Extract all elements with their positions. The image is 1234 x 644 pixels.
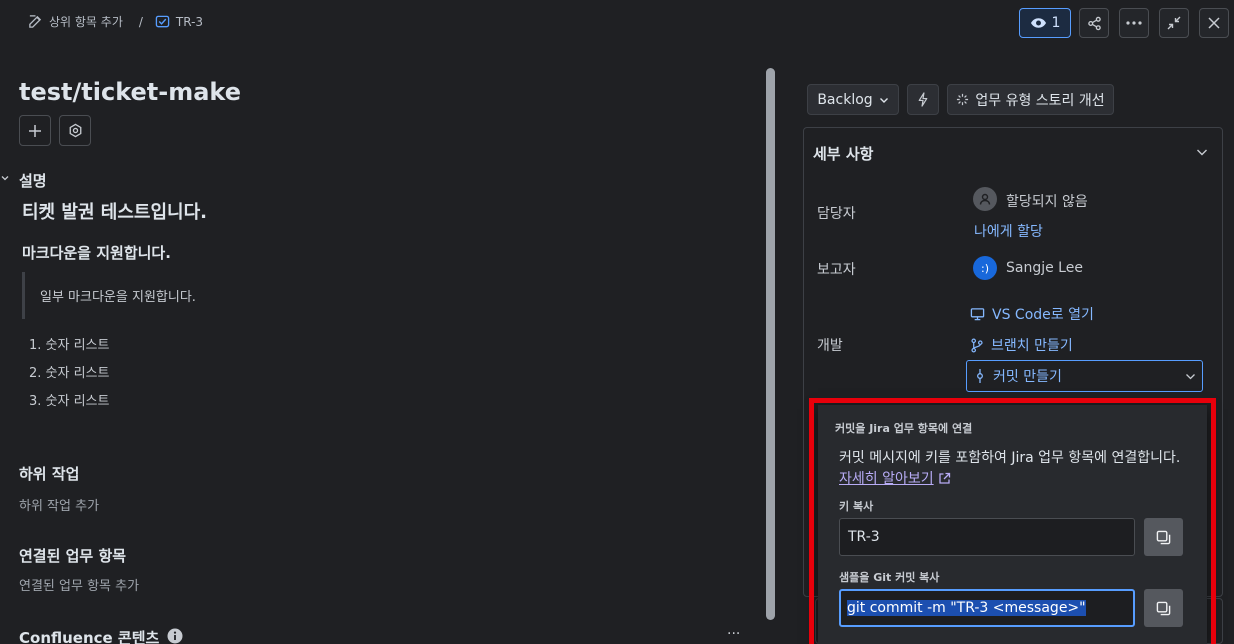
ticket-key-link[interactable]: TR-3 [176,15,203,29]
close-button[interactable] [1199,8,1229,38]
copy-key-button[interactable] [1144,518,1183,556]
create-branch-link[interactable]: 브랜치 만들기 [970,335,1073,355]
create-commit-label: 커밋 만들기 [993,369,1062,385]
highlight-frame-right [1211,398,1216,644]
linked-items-label: 연결된 업무 항목 [19,547,127,565]
avatar: :) [973,256,997,280]
assignee-value[interactable]: 할당되지 않음 [1006,191,1088,211]
sample-commit-value: git commit -m "TR-3 <message>" [847,600,1086,616]
chevron-down-icon [879,95,889,105]
key-input[interactable]: TR-3 [839,518,1135,556]
chevron-down-icon [1196,147,1208,157]
add-content-button[interactable] [19,115,51,146]
open-vscode-link[interactable]: VS Code로 열기 [970,304,1094,324]
monitor-icon [970,307,985,321]
collapse-details-toggle[interactable] [1196,147,1208,157]
improve-label: 업무 유형 스토리 개선 [975,92,1105,109]
description-quote: 일부 마크다운을 지원합니다. [22,272,196,319]
description-heading1: 티켓 발권 테스트입니다. [22,202,207,223]
breadcrumb-separator: / [138,14,143,29]
assign-to-me-link[interactable]: 나에게 할당 [974,221,1043,241]
more-icon [1126,21,1142,25]
learn-more-label: 자세히 알아보기 [839,471,934,487]
user-icon [978,192,992,206]
add-parent-link[interactable]: 상위 항목 추가 [49,13,123,30]
settings-icon [68,123,83,138]
highlight-frame-left [809,398,814,644]
list-item: 2. 숫자 리스트 [29,366,110,381]
sample-commit-input[interactable]: git commit -m "TR-3 <message>" [839,589,1135,627]
eye-icon [1030,17,1047,29]
collapse-description-toggle[interactable] [0,173,10,183]
subtasks-label: 하위 작업 [19,465,80,483]
list-item: 3. 숫자 리스트 [29,394,110,409]
add-linked-item-link[interactable]: 연결된 업무 항목 추가 [19,575,139,594]
scrollbar[interactable] [766,68,775,620]
popup-title: 커밋을 Jira 업무 항목에 연결 [835,422,973,435]
collapse-button[interactable] [1159,8,1189,38]
copy-sample-label: 샘플을 Git 커밋 복사 [839,571,940,584]
list-item: 1. 숫자 리스트 [29,338,110,353]
chevron-down-icon [1185,372,1196,381]
edit-icon [28,14,43,29]
breadcrumb: 상위 항목 추가 / TR-3 [28,13,203,30]
automation-button[interactable] [907,84,939,115]
commit-icon [975,368,985,384]
description-heading2: 마크다운을 지원합니다. [22,244,171,262]
share-button[interactable] [1079,8,1109,38]
add-subtask-link[interactable]: 하위 작업 추가 [19,495,99,514]
create-branch-label: 브랜치 만들기 [991,338,1073,354]
minimize-icon [1167,16,1181,30]
unassigned-avatar [973,187,997,211]
reporter-value[interactable]: Sangje Lee [1006,260,1083,276]
apps-button[interactable] [59,115,91,146]
issue-title[interactable]: test/ticket-make [19,78,241,106]
learn-more-link[interactable]: 자세히 알아보기 [839,468,951,488]
watch-count: 1 [1051,15,1061,31]
copy-key-label: 키 복사 [839,500,874,513]
task-icon [155,14,170,29]
copy-icon [1156,530,1171,545]
external-link-icon [938,472,951,485]
quote-text: 일부 마크다운을 지원합니다. [40,290,196,305]
development-label: 개발 [817,338,843,354]
copy-sample-button[interactable] [1144,589,1183,627]
key-value: TR-3 [848,529,880,545]
description-label: 설명 [19,172,47,190]
improve-issue-type-button[interactable]: 업무 유형 스토리 개선 [947,84,1114,115]
more-actions-button[interactable] [1119,8,1149,38]
lightning-icon [917,92,929,107]
details-title: 세부 사항 [813,145,874,163]
info-icon[interactable] [167,628,183,644]
popup-description: 커밋 메시지에 키를 포함하여 Jira 업무 항목에 연결합니다. [839,450,1181,466]
create-commit-dropdown[interactable]: 커밋 만들기 [966,360,1203,392]
sparkle-icon [956,93,969,106]
close-icon [1208,17,1220,29]
chevron-down-icon [0,173,10,183]
status-dropdown[interactable]: Backlog [807,84,899,115]
confluence-label: Confluence 콘텐츠 [19,629,160,644]
branch-icon [970,338,984,353]
open-vscode-label: VS Code로 열기 [992,307,1094,323]
assignee-label: 담당자 [817,206,856,222]
copy-icon [1156,601,1171,616]
status-label: Backlog [817,91,873,108]
share-icon [1087,16,1102,31]
watch-button[interactable]: 1 [1019,8,1071,38]
reporter-label: 보고자 [817,262,856,278]
confluence-more-button[interactable]: ··· [727,626,740,642]
plus-icon [28,124,42,138]
highlight-frame-top [809,398,1216,403]
